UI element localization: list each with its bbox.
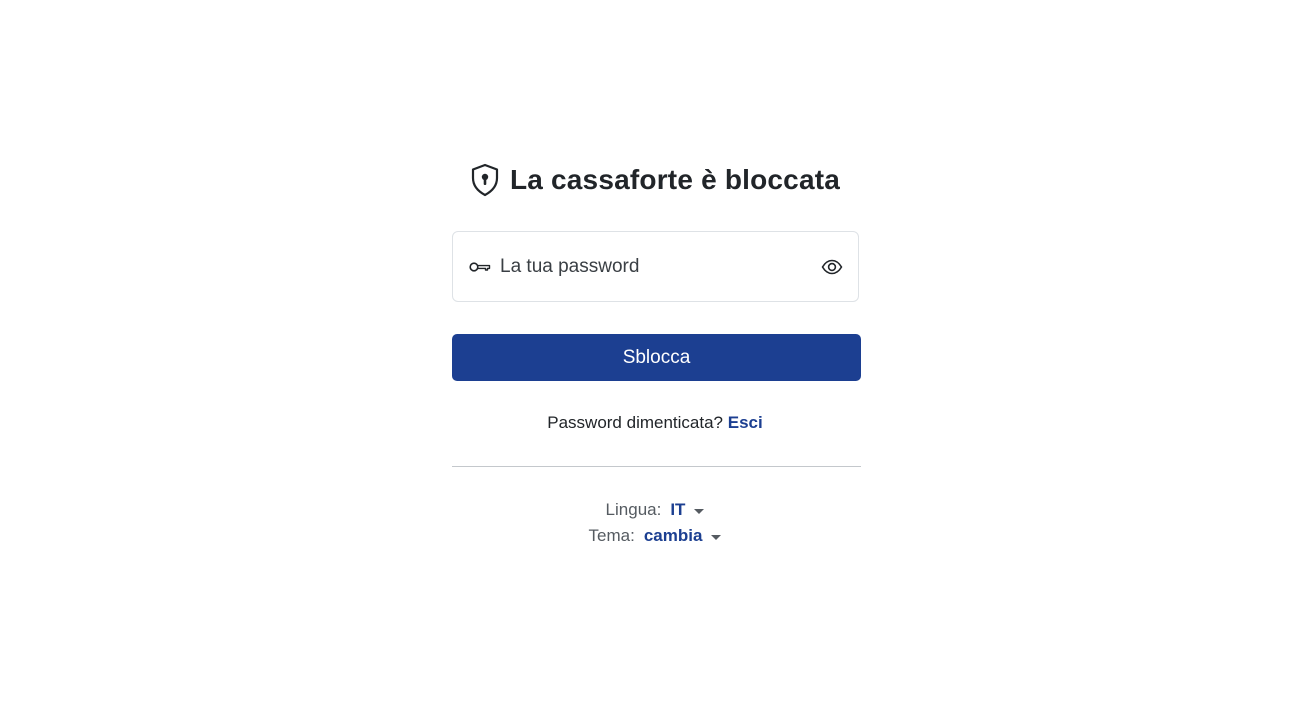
unlock-page: La cassaforte è bloccata Sblocca Passwor… <box>0 0 1310 703</box>
caret-down-icon <box>694 508 705 514</box>
forgot-password-row: Password dimenticata? Esci <box>0 413 1310 433</box>
theme-label: Tema: <box>588 526 635 545</box>
password-field[interactable] <box>452 231 859 302</box>
language-label: Lingua: <box>605 500 662 519</box>
key-icon <box>469 260 491 274</box>
page-header: La cassaforte è bloccata <box>0 160 1310 200</box>
logout-link[interactable]: Esci <box>728 413 763 432</box>
eye-icon[interactable] <box>821 259 843 275</box>
theme-selector-row: Tema: cambia <box>0 526 1310 546</box>
page-title: La cassaforte è bloccata <box>509 164 841 195</box>
language-value: IT <box>670 500 686 519</box>
language-dropdown[interactable]: IT <box>670 500 705 520</box>
forgot-password-text: Password dimenticata? <box>547 413 724 432</box>
shield-keyhole-icon <box>470 163 500 197</box>
theme-value: cambia <box>643 526 703 545</box>
unlock-button[interactable]: Sblocca <box>452 334 861 381</box>
password-input[interactable] <box>500 255 821 278</box>
divider <box>452 466 861 467</box>
theme-dropdown[interactable]: cambia <box>644 526 722 546</box>
caret-down-icon <box>711 534 722 540</box>
language-selector-row: Lingua: IT <box>0 500 1310 520</box>
